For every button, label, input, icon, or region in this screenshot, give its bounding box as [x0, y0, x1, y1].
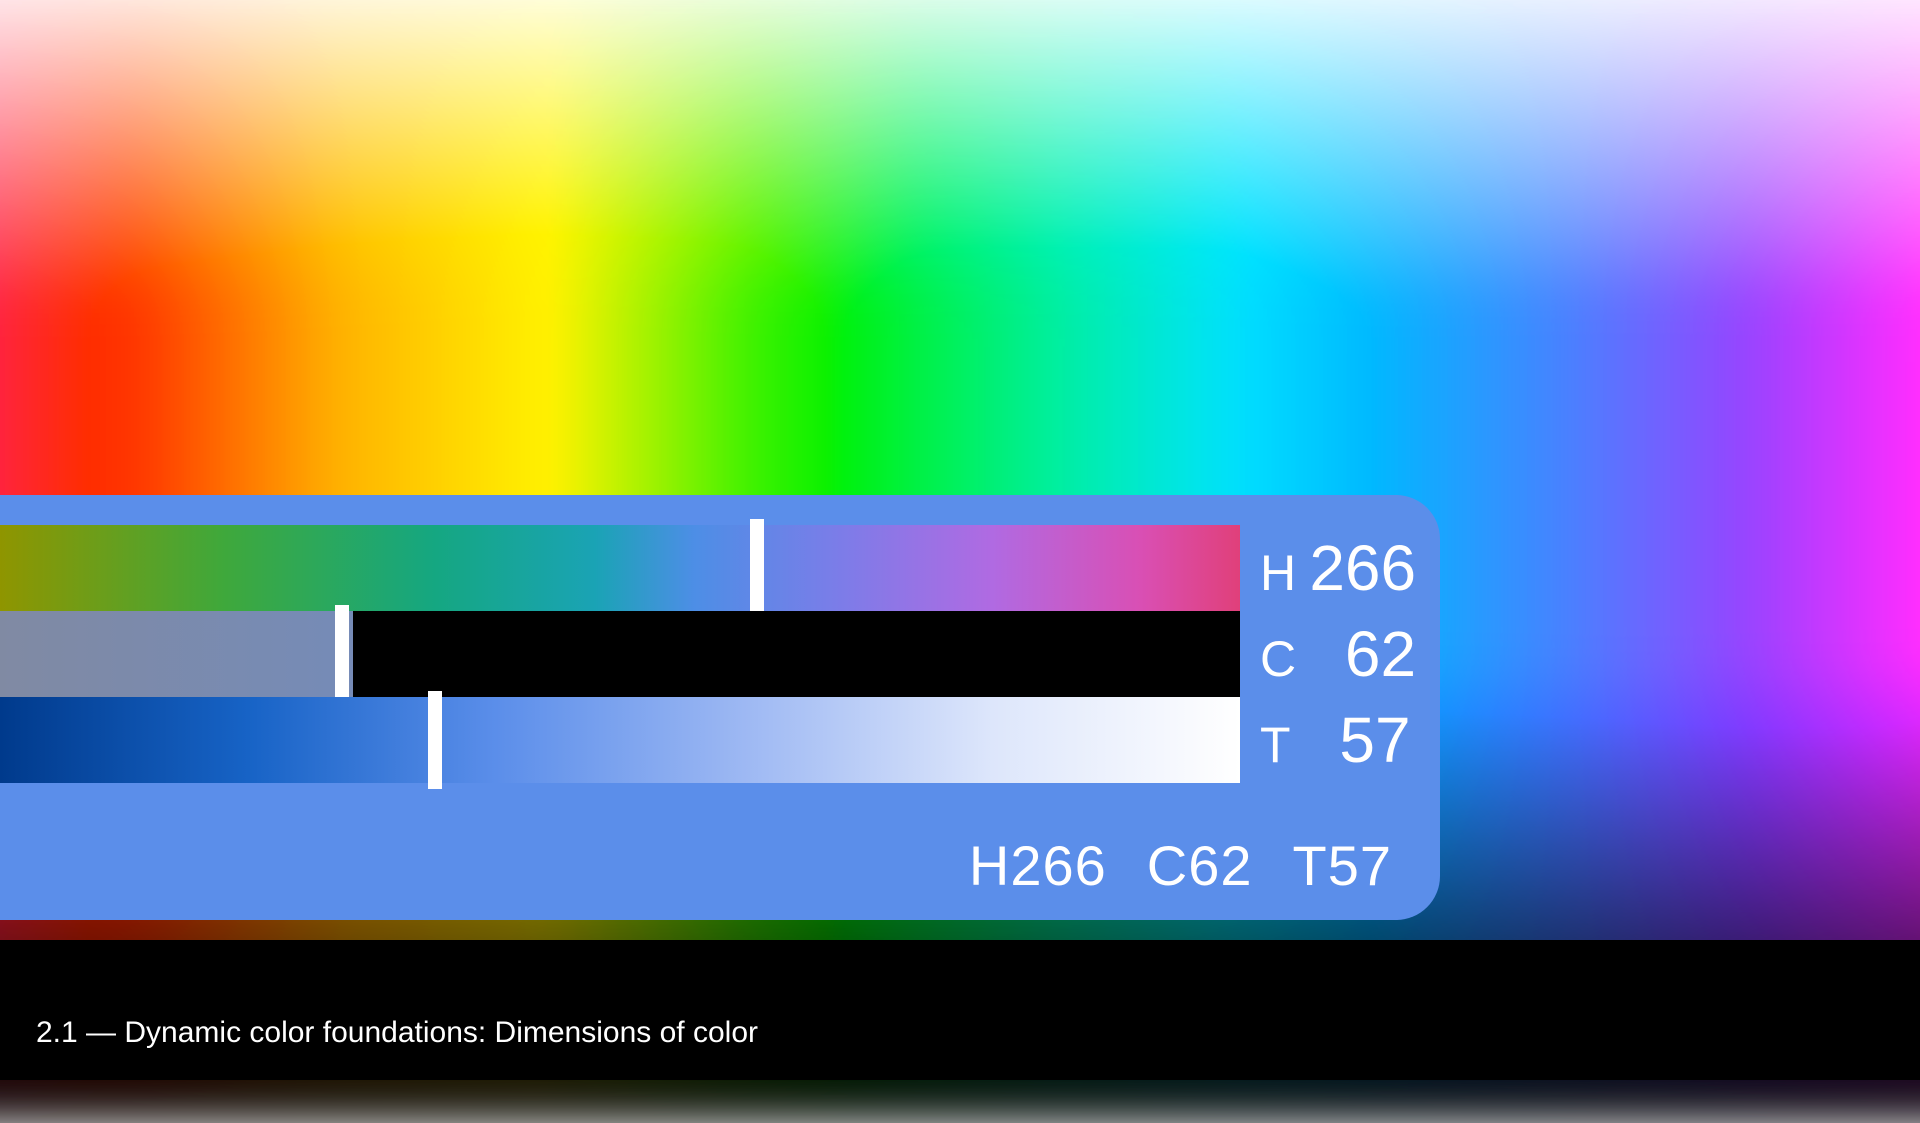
- hue-value: 266: [1306, 531, 1416, 605]
- chroma-slider-track[interactable]: [0, 611, 1240, 697]
- video-caption: 2.1 — Dynamic color foundations: Dimensi…: [36, 1016, 758, 1050]
- tone-readout: T 57: [1260, 703, 1411, 777]
- tone-slider-thumb[interactable]: [428, 691, 442, 789]
- tone-slider-track[interactable]: [0, 697, 1240, 783]
- chroma-slider-thumb[interactable]: [335, 605, 349, 703]
- tone-row: T 57: [0, 697, 1400, 783]
- chroma-row: C 62: [0, 611, 1400, 697]
- hue-label: H: [1260, 544, 1296, 602]
- hct-summary: H266 C62 T57: [969, 833, 1392, 898]
- chroma-readout: C 62: [1260, 617, 1416, 691]
- tone-value: 57: [1301, 703, 1411, 777]
- hue-slider-track[interactable]: [0, 525, 1240, 611]
- tone-label: T: [1260, 716, 1291, 774]
- hue-slider-thumb[interactable]: [750, 519, 764, 617]
- summary-hue: H266: [969, 833, 1107, 898]
- summary-chroma: C62: [1147, 833, 1253, 898]
- hct-slider-panel: H 266 C 62 T 57 H266 C62 T57: [0, 495, 1440, 920]
- hue-row: H 266: [0, 525, 1400, 611]
- summary-tone: T57: [1293, 833, 1393, 898]
- chroma-label: C: [1260, 630, 1296, 688]
- hue-readout: H 266: [1260, 531, 1416, 605]
- chroma-out-of-gamut-mask: [353, 611, 1240, 697]
- bottom-black-band: [0, 940, 1920, 1080]
- chroma-value: 62: [1306, 617, 1416, 691]
